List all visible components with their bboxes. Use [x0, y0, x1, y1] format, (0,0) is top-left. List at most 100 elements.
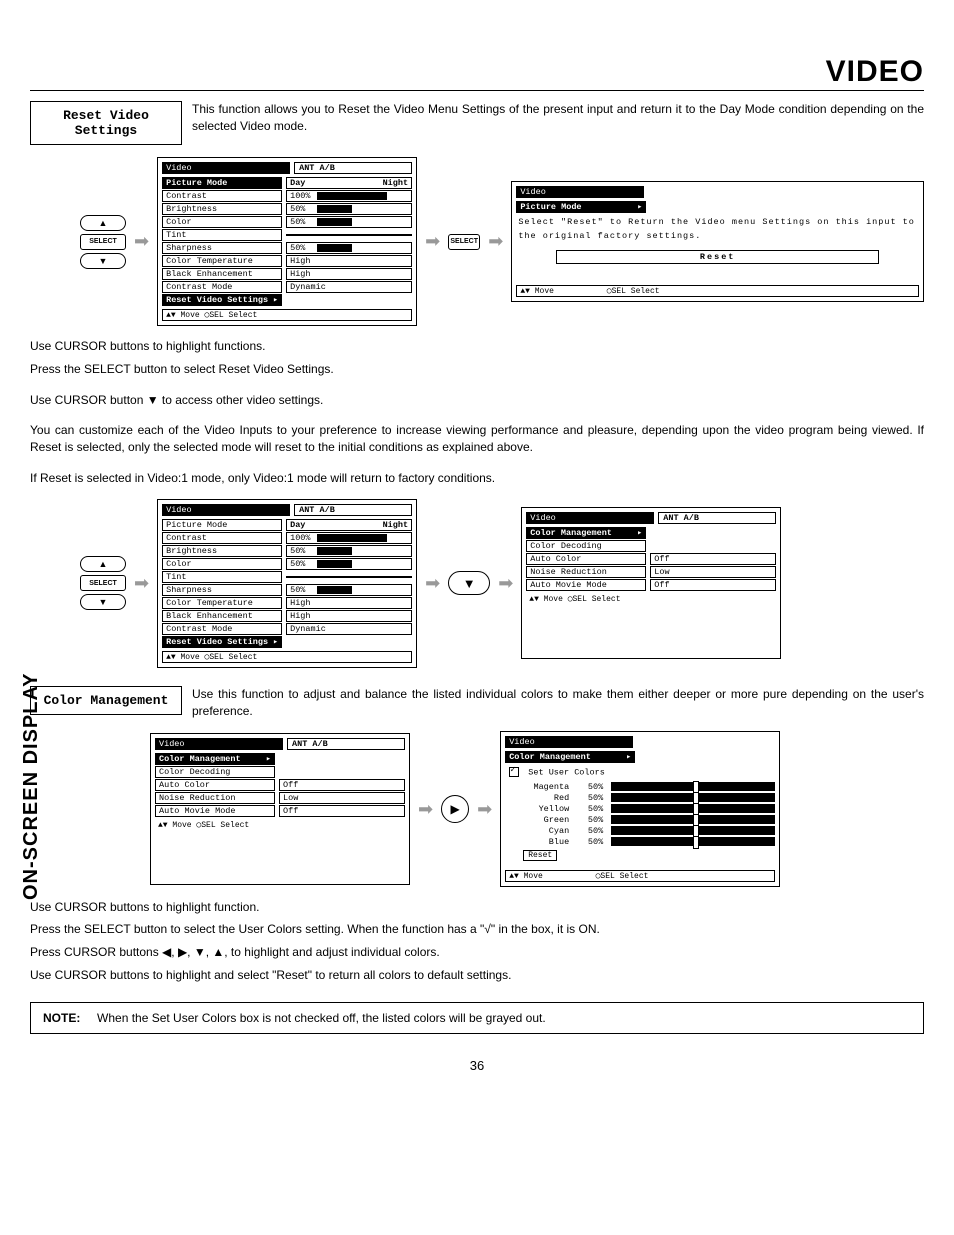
osd-ant: ANT A/B — [658, 512, 776, 524]
osd-footer: ▲▼ Move ◯SEL Select — [526, 594, 776, 604]
osd-val-50: 50% — [286, 203, 412, 215]
osd-color-mgmt-menu-2: Video ANT A/B Color Management Color Dec… — [150, 733, 410, 885]
arrow-icon: ➡ — [498, 573, 513, 594]
osd-picture-mode-hl: Picture Mode — [516, 201, 646, 213]
arrow-icon: ➡ — [134, 573, 149, 594]
reset-p1: Use CURSOR buttons to highlight function… — [30, 338, 924, 355]
osd-black-enh: Black Enhancement — [162, 610, 282, 622]
osd-black-enh: Black Enhancement — [162, 268, 282, 280]
arrow-icon: ➡ — [134, 231, 149, 252]
osd-val-100: 100% — [286, 190, 412, 202]
osd-title: Video — [162, 504, 290, 516]
osd-val-high: High — [286, 255, 412, 267]
osd-brightness: Brightness — [162, 203, 282, 215]
reset-video-box-title: Reset Video Settings — [30, 101, 182, 145]
colormgmt-body-text: Use CURSOR buttons to highlight function… — [30, 899, 924, 984]
osd-color-decoding: Color Decoding — [526, 540, 646, 552]
osd-footer: ▲▼ Move ◯SEL Select — [162, 651, 412, 663]
osd-footer-sel: ◯SEL Select — [607, 287, 660, 296]
osd-day: Day — [290, 178, 305, 188]
cm-p2: Press the SELECT button to select the Us… — [30, 921, 924, 938]
osd-ant: ANT A/B — [294, 504, 412, 516]
osd-title: Video — [505, 736, 633, 748]
osd-title: Video — [162, 162, 290, 174]
osd-auto-color: Auto Color — [526, 553, 646, 565]
cm-p1: Use CURSOR buttons to highlight function… — [30, 899, 924, 916]
osd-color-temp: Color Temperature — [162, 597, 282, 609]
osd-color-mgmt-hl: Color Management — [505, 751, 635, 763]
osd-reset-video-settings: Reset Video Settings — [162, 636, 282, 648]
osd-noise-reduction: Noise Reduction — [526, 566, 646, 578]
note-label: NOTE: — [43, 1011, 80, 1025]
osd-footer-split: ▲▼ Move ◯SEL Select — [505, 870, 775, 882]
osd-video-menu-1: Video ANT A/B Picture ModeDayNight Contr… — [157, 157, 417, 326]
osd-daynight: DayNight — [286, 519, 412, 531]
osd-color: Color — [162, 216, 282, 228]
osd-val-dynamic: Dynamic — [286, 281, 412, 293]
horizontal-rule — [30, 90, 924, 91]
osd-color: Color — [162, 558, 282, 570]
osd-night: Night — [383, 178, 409, 188]
reset-p3: Use CURSOR button ▼ to access other vide… — [30, 392, 924, 409]
sidebar-label: ON-SCREEN DISPLAY — [20, 673, 43, 900]
remote-cursor-select: ▲ SELECT ▼ — [80, 556, 126, 610]
osd-color-decoding: Color Decoding — [155, 766, 275, 778]
osd-noise-reduction: Noise Reduction — [155, 792, 275, 804]
osd-tint-bar — [286, 234, 412, 236]
osd-auto-movie: Auto Movie Mode — [155, 805, 275, 817]
arrow-icon: ➡ — [477, 799, 492, 820]
note-box: NOTE: When the Set User Colors box is no… — [30, 1002, 924, 1034]
osd-ant: ANT A/B — [287, 738, 405, 750]
osd-daynight: Day Night — [286, 177, 412, 189]
reset-p2: Press the SELECT button to select Reset … — [30, 361, 924, 378]
reset-body-text: Use CURSOR buttons to highlight function… — [30, 338, 924, 487]
osd-title: Video — [526, 512, 654, 524]
osd-picture-mode: Picture Mode — [162, 177, 282, 189]
osd-auto-color: Auto Color — [155, 779, 275, 791]
osd-footer-move: ▲▼ Move — [520, 287, 554, 296]
osd-color-mgmt-menu: Video ANT A/B Color Management Color Dec… — [521, 507, 781, 659]
page-title: VIDEO — [826, 55, 924, 89]
osd-brightness: Brightness — [162, 545, 282, 557]
note-text: When the Set User Colors box is not chec… — [97, 1011, 546, 1025]
select-btn: SELECT — [80, 575, 126, 591]
osd-ant: ANT A/B — [294, 162, 412, 174]
osd-title: Video — [155, 738, 283, 750]
reset-osd-row-1: ▲ SELECT ▼ ➡ Video ANT A/B Picture Mode D… — [80, 157, 924, 326]
reset-video-desc: This function allows you to Reset the Vi… — [192, 101, 924, 135]
color-mgmt-section: Color Management Use this function to ad… — [30, 686, 924, 1034]
osd-title: Video — [516, 186, 644, 198]
osd-contrast: Contrast — [162, 532, 282, 544]
osd-colorbars: Magenta50% Red50% Yellow50% Green50% Cya… — [505, 782, 775, 847]
osd-contrast-mode: Contrast Mode — [162, 623, 282, 635]
osd-reset-msg: Select "Reset" to Return the Video menu … — [516, 214, 919, 245]
cursor-down-btn: ▼ — [80, 594, 126, 610]
arrow-icon: ➡ — [488, 231, 503, 252]
reset-video-section: Reset Video Settings This function allow… — [30, 101, 924, 668]
cursor-right-btn: ▶ — [441, 795, 469, 823]
select-btn: SELECT — [448, 234, 480, 250]
cursor-up-btn: ▲ — [80, 215, 126, 231]
color-mgmt-desc: Use this function to adjust and balance … — [192, 686, 924, 720]
arrow-icon: ➡ — [425, 573, 440, 594]
osd-reset-confirm: Video Picture Mode Select "Reset" to Ret… — [511, 181, 924, 301]
color-mgmt-box-title: Color Management — [30, 686, 182, 715]
remote-cursor-select: ▲ SELECT ▼ — [80, 215, 126, 269]
osd-reset-button: Reset — [556, 250, 879, 264]
set-user-colors-checkbox — [509, 767, 519, 777]
page-number: 36 — [30, 1058, 924, 1073]
osd-color-temp: Color Temperature — [162, 255, 282, 267]
osd-small-reset: Reset — [523, 850, 557, 861]
set-user-colors-label: Set User Colors — [528, 768, 605, 778]
osd-video-menu-2: Video ANT A/B Picture Mode DayNight Contr… — [157, 499, 417, 668]
reset-p4: You can customize each of the Video Inpu… — [30, 422, 924, 456]
osd-reset-video-settings: Reset Video Settings — [162, 294, 282, 306]
osd-user-colors: Video Color Management Set User Colors M… — [500, 731, 780, 886]
osd-picture-mode: Picture Mode — [162, 519, 282, 531]
reset-p5: If Reset is selected in Video:1 mode, on… — [30, 470, 924, 487]
osd-sharpness: Sharpness — [162, 242, 282, 254]
osd-tint: Tint — [162, 229, 282, 241]
osd-color-mgmt-hl: Color Management — [526, 527, 646, 539]
osd-footer-split: ▲▼ Move ◯SEL Select — [516, 285, 919, 297]
osd-auto-movie: Auto Movie Mode — [526, 579, 646, 591]
